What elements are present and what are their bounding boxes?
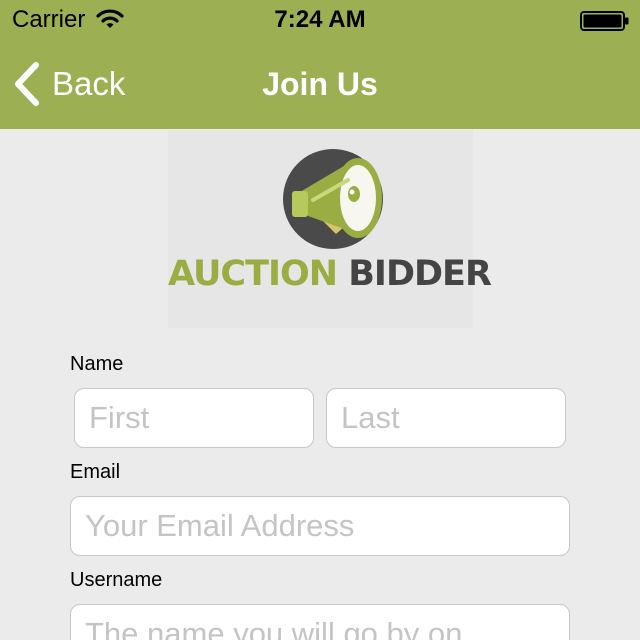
logo-wordmark: AUCTION BIDDER — [168, 254, 492, 294]
first-name-field[interactable] — [74, 388, 314, 448]
email-field[interactable] — [70, 496, 570, 556]
auction-bidder-logo: AUCTION BIDDER — [168, 130, 492, 328]
logo-word-auction: AUCTION — [168, 254, 338, 294]
logo-word-bidder: BIDDER — [348, 254, 492, 294]
status-bar: Carrier 7:24 AM — [0, 0, 640, 40]
join-us-screen: Carrier 7:24 AM Back Join Us AUCTION BID… — [0, 0, 640, 640]
battery-full-icon — [580, 11, 629, 31]
header: Carrier 7:24 AM Back Join Us — [0, 0, 640, 129]
navigation-bar: Back Join Us — [0, 40, 640, 129]
name-label: Name — [70, 353, 124, 375]
email-label: Email — [70, 461, 121, 483]
username-label: Username — [70, 569, 163, 591]
page-title: Join Us — [262, 66, 378, 102]
last-name-field[interactable] — [326, 388, 566, 448]
username-field[interactable] — [70, 604, 570, 640]
megaphone-icon — [283, 149, 383, 249]
status-time: 7:24 AM — [274, 6, 366, 33]
